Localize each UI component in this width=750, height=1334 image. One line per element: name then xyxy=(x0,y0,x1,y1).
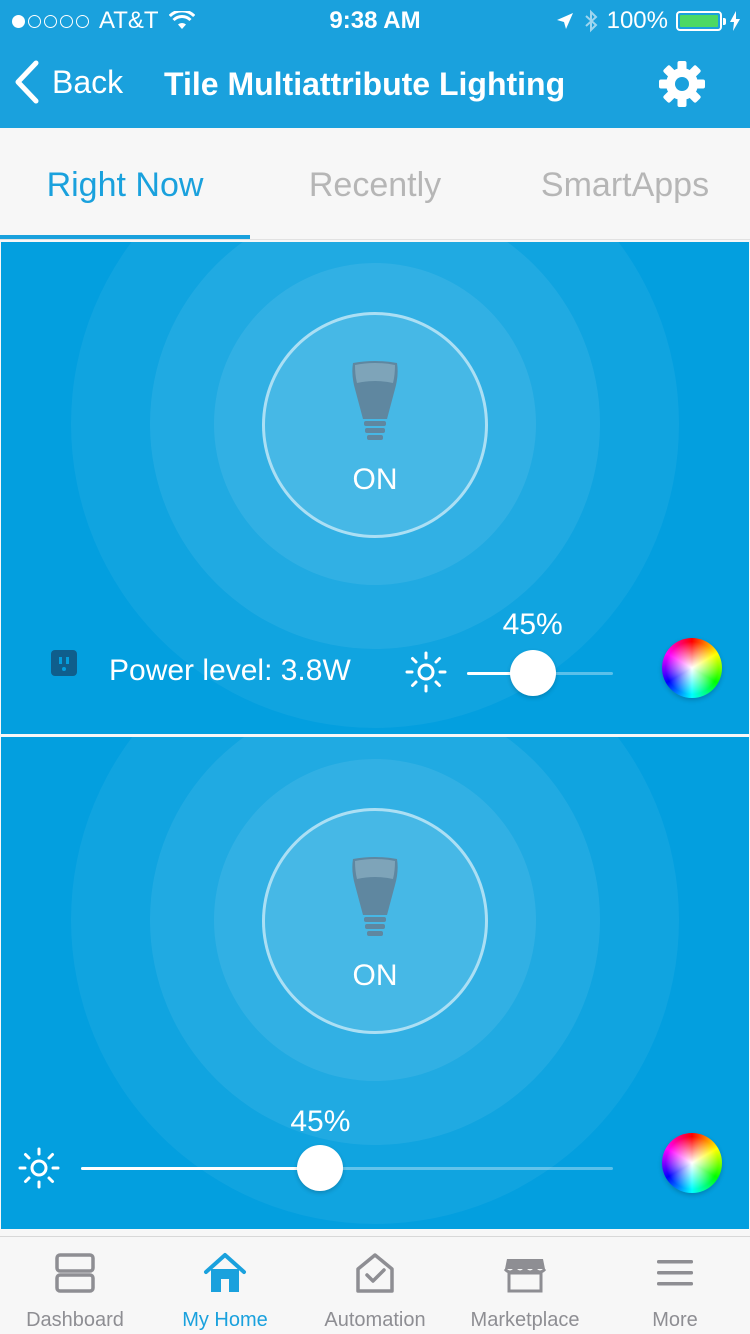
bottom-tab-bar: Dashboard My Home Automation Marketplace… xyxy=(0,1236,750,1334)
brightness-slider[interactable] xyxy=(81,1167,613,1170)
tabbar-label: Marketplace xyxy=(470,1309,580,1331)
power-toggle[interactable]: ON xyxy=(262,312,488,538)
status-bar: AT&T 9:38 AM 100% xyxy=(0,0,750,40)
power-toggle[interactable]: ON xyxy=(262,808,488,1034)
tabbar-label: Dashboard xyxy=(26,1309,124,1331)
page-title: Tile Multiattribute Lighting xyxy=(164,66,566,102)
light-tile-2: ON 45% xyxy=(1,737,749,1229)
dashboard-icon xyxy=(55,1253,95,1293)
bluetooth-icon xyxy=(584,9,598,33)
color-picker-button[interactable] xyxy=(662,1133,722,1193)
tabbar-item-dashboard[interactable]: Dashboard xyxy=(0,1237,150,1334)
home-icon xyxy=(204,1253,246,1292)
back-button[interactable]: Back xyxy=(14,60,123,104)
back-label: Back xyxy=(52,63,124,100)
chevron-left-icon xyxy=(15,60,39,104)
charging-icon xyxy=(730,11,740,31)
tabbar-item-more[interactable]: More xyxy=(600,1237,750,1334)
brightness-slider-thumb[interactable] xyxy=(509,650,556,696)
segment-tabs: Right Now Recently SmartApps xyxy=(0,128,750,240)
tab-recently[interactable]: Recently xyxy=(250,128,500,240)
tab-right-now[interactable]: Right Now xyxy=(0,128,250,240)
brightness-icon xyxy=(18,1147,60,1189)
state-label: ON xyxy=(352,463,398,496)
outlet-icon xyxy=(51,650,77,676)
brightness-value: 45% xyxy=(502,608,563,641)
tab-smartapps[interactable]: SmartApps xyxy=(500,128,750,240)
power-level-label: Power level: 3.8W xyxy=(109,654,351,687)
light-bulb-icon xyxy=(352,857,398,936)
tabbar-item-automation[interactable]: Automation xyxy=(300,1237,450,1334)
tabbar-label: More xyxy=(652,1309,698,1331)
location-icon xyxy=(556,13,573,29)
top-bar: AT&T 9:38 AM 100% Back Tile Multiattribu… xyxy=(0,0,750,128)
battery-percent: 100% xyxy=(606,7,668,34)
gear-icon[interactable] xyxy=(658,60,706,108)
state-label: ON xyxy=(352,959,398,992)
tabbar-label: Automation xyxy=(324,1309,426,1331)
brightness-icon xyxy=(405,651,447,693)
navigation-bar: Back Tile Multiattribute Lighting xyxy=(0,40,750,128)
tabbar-item-my-home[interactable]: My Home xyxy=(150,1237,300,1334)
more-icon xyxy=(657,1260,693,1286)
brightness-value: 45% xyxy=(290,1105,351,1138)
tabbar-label: My Home xyxy=(182,1309,268,1331)
battery-icon xyxy=(676,11,726,31)
automation-icon xyxy=(356,1253,394,1293)
light-tile-1: ON Power level: 3.8W 45% xyxy=(1,242,749,734)
tabbar-item-marketplace[interactable]: Marketplace xyxy=(450,1237,600,1334)
active-tab-indicator xyxy=(0,235,250,239)
color-picker-button[interactable] xyxy=(662,638,722,698)
light-bulb-icon xyxy=(352,361,398,440)
marketplace-icon xyxy=(503,1259,547,1293)
